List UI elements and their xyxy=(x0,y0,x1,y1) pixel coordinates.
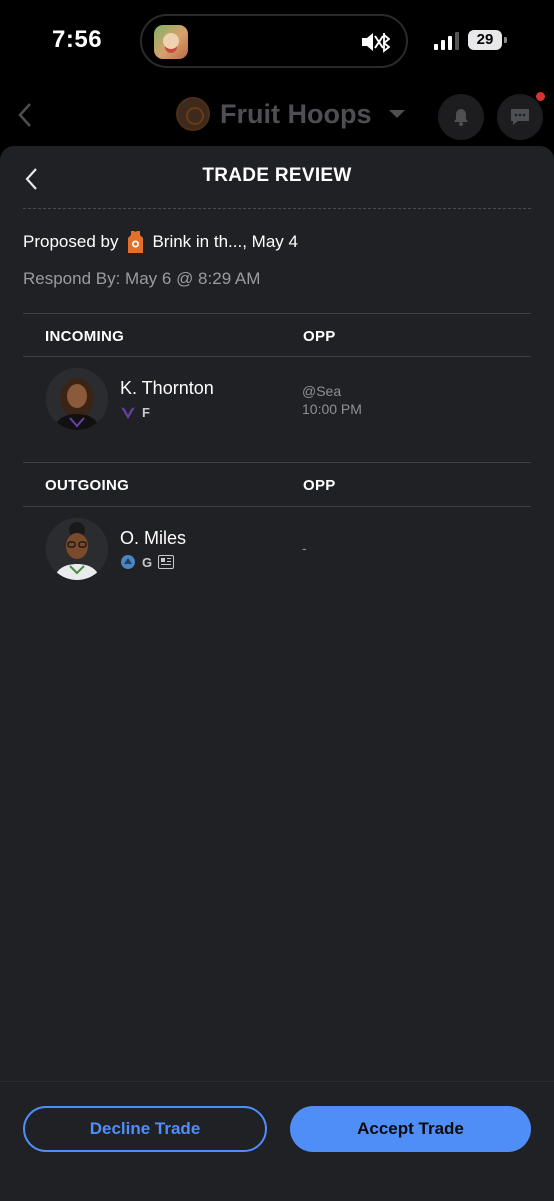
player-meta: F xyxy=(120,404,150,420)
player-name: K. Thornton xyxy=(120,378,214,398)
outgoing-player-row[interactable]: O. Miles G xyxy=(46,518,516,580)
team-logo-icon xyxy=(121,407,135,419)
avatar xyxy=(46,368,108,430)
player-name: O. Miles xyxy=(120,528,187,548)
opp-header: OPP xyxy=(303,328,336,345)
notification-dot xyxy=(536,92,545,101)
opponent-info: @Sea 10:00 PM xyxy=(302,382,362,418)
player-position: G xyxy=(142,554,153,570)
notifications-button xyxy=(438,94,484,140)
back-chevron-icon xyxy=(18,103,31,127)
divider xyxy=(23,313,531,314)
team-logo-icon xyxy=(121,555,135,569)
proposer-team: Brink in th..., May 4 xyxy=(152,232,298,251)
divider xyxy=(23,356,531,357)
proposed-by-label: Proposed by xyxy=(23,232,119,251)
player-photo xyxy=(46,368,108,430)
opp-header: OPP xyxy=(303,477,336,494)
decline-trade-button[interactable]: Decline Trade xyxy=(23,1106,267,1152)
action-footer: Decline Trade Accept Trade xyxy=(0,1081,554,1201)
divider xyxy=(23,208,531,209)
game-time: 10:00 PM xyxy=(302,401,362,417)
chevron-down-icon xyxy=(389,110,406,118)
jersey-icon xyxy=(128,231,144,253)
respond-by: Respond By: May 6 @ 8:29 AM xyxy=(23,269,261,288)
news-icon[interactable] xyxy=(158,555,175,569)
page-title: TRADE REVIEW xyxy=(202,165,352,186)
outgoing-header: OUTGOING xyxy=(45,477,130,494)
incoming-header: INCOMING xyxy=(45,328,125,345)
opponent-team: @Sea xyxy=(302,383,342,399)
player-position: F xyxy=(142,404,150,420)
mute-bluetooth-icon xyxy=(362,33,390,53)
status-bar: 7:56 29 xyxy=(0,0,554,80)
league-logo-icon xyxy=(176,97,210,131)
status-time: 7:56 xyxy=(52,26,103,53)
player-photo xyxy=(46,518,108,580)
player-meta: G xyxy=(120,554,175,570)
league-selector: Fruit Hoops xyxy=(176,96,406,132)
opponent-info: - xyxy=(302,540,307,556)
messages-button xyxy=(497,92,545,140)
league-name: Fruit Hoops xyxy=(220,98,372,129)
battery-indicator: 29 xyxy=(468,30,507,50)
divider xyxy=(23,462,531,463)
incoming-player-row[interactable]: K. Thornton F xyxy=(46,368,516,430)
proposed-by: Proposed by Brink in th..., May 4 xyxy=(23,230,298,254)
bell-icon xyxy=(454,109,468,126)
divider xyxy=(23,506,531,507)
background-header: Fruit Hoops xyxy=(0,86,554,146)
trade-review-sheet: TRADE REVIEW Proposed by Brink in th...,… xyxy=(0,146,554,1200)
signal-icon xyxy=(434,32,459,50)
chat-icon xyxy=(511,109,529,125)
avatar xyxy=(46,518,108,580)
dynamic-island[interactable] xyxy=(140,14,408,68)
accept-trade-button[interactable]: Accept Trade xyxy=(290,1106,531,1152)
now-playing-thumbnail xyxy=(154,25,188,59)
